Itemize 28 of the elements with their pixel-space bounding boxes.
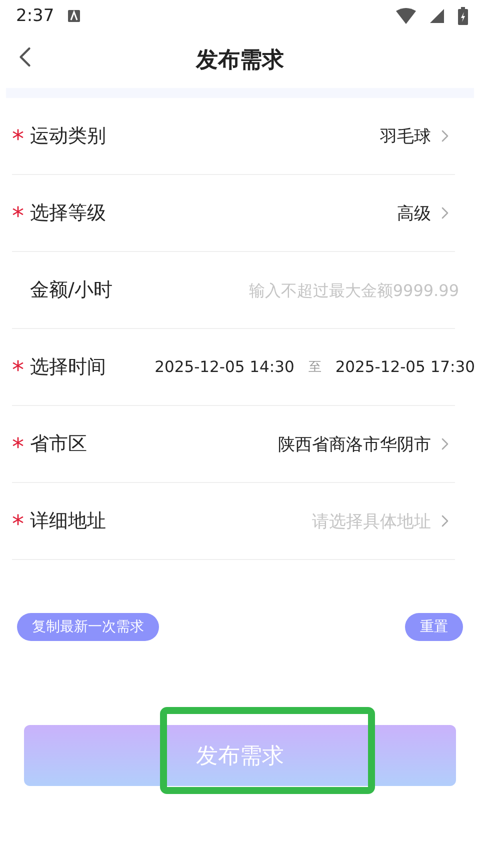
range-separator: 至 — [308, 359, 322, 376]
field-value: 羽毛球 — [380, 126, 431, 148]
signal-icon — [430, 9, 444, 23]
status-time: 2:37 — [16, 6, 54, 26]
notification-icon — [68, 10, 80, 22]
battery-icon — [458, 7, 468, 25]
required-mark: * — [12, 202, 24, 230]
submit-button[interactable]: 发布需求 — [24, 725, 456, 786]
page-title: 发布需求 — [196, 47, 284, 75]
wifi-icon — [396, 8, 416, 24]
field-label: 详细地址 — [30, 509, 106, 534]
required-mark: * — [12, 510, 24, 538]
required-mark: * — [12, 125, 24, 153]
field-value: 陕西省商洛市华阴市 — [278, 434, 431, 456]
required-mark: * — [12, 356, 24, 384]
field-label: 选择时间 — [30, 355, 106, 380]
amount-input[interactable]: 输入不超过最大金额9999.99 — [211, 280, 461, 300]
end-time[interactable]: 2025-12-05 17:30 — [335, 358, 475, 376]
field-label: 运动类别 — [30, 124, 106, 149]
start-time[interactable]: 2025-12-05 14:30 — [154, 358, 294, 376]
required-mark: * — [12, 433, 24, 461]
field-label: 金额/小时 — [30, 278, 112, 303]
copy-last-button[interactable]: 复制最新一次需求 — [17, 613, 159, 641]
address-field[interactable]: 请选择具体地址 — [312, 510, 431, 532]
field-label: 选择等级 — [30, 201, 106, 226]
reset-button[interactable]: 重置 — [405, 613, 463, 641]
field-value: 高级 — [397, 202, 431, 224]
field-label: 省市区 — [30, 432, 87, 457]
